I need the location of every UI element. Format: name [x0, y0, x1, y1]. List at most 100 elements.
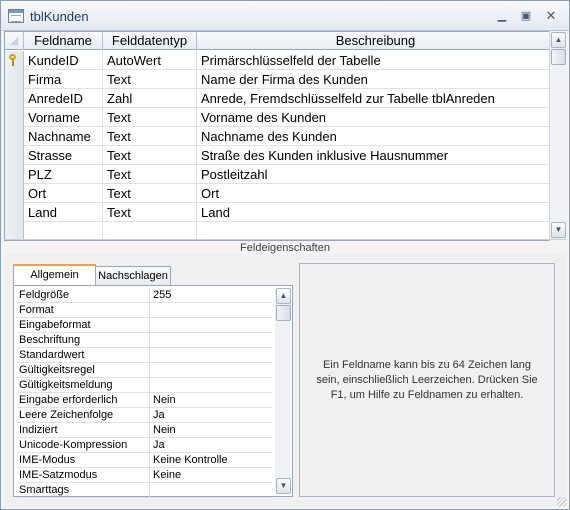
field-name-cell[interactable]: Firma [24, 70, 103, 89]
maximize-button[interactable]: ▣ [516, 8, 536, 24]
table-row[interactable]: Nachname Text Nachname des Kunden [5, 127, 552, 146]
property-row[interactable]: IME-Modus Keine Kontrolle [17, 453, 272, 468]
description-cell[interactable]: Anrede, Fremdschlüsselfeld zur Tabelle t… [197, 89, 552, 108]
data-type-cell[interactable]: Text [103, 70, 197, 89]
property-row[interactable]: Gültigkeitsmeldung [17, 378, 272, 393]
table-row[interactable]: Vorname Text Vorname des Kunden [5, 108, 552, 127]
table-row[interactable]: Ort Text Ort [5, 184, 552, 203]
row-selector[interactable] [5, 127, 24, 146]
property-name: Gültigkeitsregel [17, 363, 150, 378]
property-name: Feldgröße [17, 288, 150, 303]
column-header-datatype[interactable]: Felddatentyp [103, 32, 197, 50]
column-header-fieldname[interactable]: Feldname [24, 32, 103, 50]
description-cell[interactable]: Straße des Kunden inklusive Hausnummer [197, 146, 552, 165]
grid-vertical-scrollbar[interactable]: ▲ ▼ [549, 31, 566, 241]
scroll-up-arrow-icon[interactable]: ▲ [551, 32, 566, 48]
field-name-cell[interactable]: Ort [24, 184, 103, 203]
description-cell[interactable]: Land [197, 203, 552, 222]
property-row[interactable]: Eingabeformat [17, 318, 272, 333]
table-row[interactable]: AnredeID Zahl Anrede, Fremdschlüsselfeld z… [5, 89, 552, 108]
data-type-cell[interactable]: Text [103, 146, 197, 165]
row-selector[interactable] [5, 203, 24, 222]
description-cell[interactable]: Vorname des Kunden [197, 108, 552, 127]
description-cell[interactable]: Postleitzahl [197, 165, 552, 184]
scrollbar-thumb[interactable] [551, 49, 566, 65]
scroll-down-arrow-icon[interactable]: ▼ [276, 478, 291, 494]
primary-key-icon [8, 54, 17, 66]
row-selector[interactable] [5, 165, 24, 184]
property-row[interactable]: Leere Zeichenfolge Ja [17, 408, 272, 423]
select-all-corner[interactable] [5, 32, 24, 50]
table-row[interactable]: Strasse Text Straße des Kunden inklusive H… [5, 146, 552, 165]
property-value[interactable] [151, 483, 272, 498]
property-row[interactable]: Beschriftung [17, 333, 272, 348]
field-name-cell[interactable]: Vorname [24, 108, 103, 127]
tab-lookup[interactable]: Nachschlagen [95, 266, 171, 286]
row-selector[interactable] [5, 184, 24, 203]
table-row[interactable]: KundeID AutoWert Primärschlüsselfeld der T… [5, 51, 552, 70]
property-value[interactable]: Nein [151, 423, 272, 438]
property-value[interactable] [151, 378, 272, 393]
tab-general[interactable]: Allgemein [13, 264, 96, 286]
property-value[interactable] [151, 303, 272, 318]
field-name-cell[interactable]: Strasse [24, 146, 103, 165]
property-row[interactable]: IME-Satzmodus Keine [17, 468, 272, 483]
close-button[interactable]: ✕ [541, 8, 561, 24]
property-value[interactable]: Ja [151, 408, 272, 423]
title-bar[interactable]: tblKunden ▁ ▣ ✕ [1, 1, 569, 31]
property-value[interactable]: Keine [151, 468, 272, 483]
property-value[interactable]: Ja [151, 438, 272, 453]
grid-header: Feldname Felddatentyp Beschreibung [5, 32, 552, 50]
property-row[interactable]: Format [17, 303, 272, 318]
data-type-cell[interactable]: Text [103, 108, 197, 127]
row-selector[interactable] [5, 108, 24, 127]
property-value[interactable] [151, 318, 272, 333]
row-selector[interactable] [5, 89, 24, 108]
description-cell[interactable]: Name der Firma des Kunden [197, 70, 552, 89]
field-name-cell[interactable]: KundeID [24, 51, 103, 70]
field-name-cell[interactable]: PLZ [24, 165, 103, 184]
table-row[interactable]: Land Text Land [5, 203, 552, 222]
property-value[interactable] [151, 348, 272, 363]
field-name-cell[interactable]: Nachname [24, 127, 103, 146]
property-name: Leere Zeichenfolge [17, 408, 150, 423]
property-value[interactable] [151, 363, 272, 378]
window-title: tblKunden [30, 9, 89, 24]
description-cell[interactable]: Ort [197, 184, 552, 203]
property-value[interactable] [151, 333, 272, 348]
data-type-cell[interactable]: AutoWert [103, 51, 197, 70]
data-type-cell[interactable]: Text [103, 127, 197, 146]
property-row[interactable]: Feldgröße 255 [17, 288, 272, 303]
field-name-cell[interactable]: AnredeID [24, 89, 103, 108]
column-header-description[interactable]: Beschreibung [197, 32, 552, 50]
property-row[interactable]: Unicode-Kompression Ja [17, 438, 272, 453]
resize-grip-icon[interactable] [557, 497, 567, 507]
property-row[interactable]: Eingabe erforderlich Nein [17, 393, 272, 408]
table-row[interactable]: Firma Text Name der Firma des Kunden [5, 70, 552, 89]
property-row[interactable]: Indiziert Nein [17, 423, 272, 438]
table-row[interactable]: PLZ Text Postleitzahl [5, 165, 552, 184]
property-scrollbar[interactable]: ▲ ▼ [275, 288, 291, 494]
row-selector[interactable] [5, 70, 24, 89]
data-type-cell[interactable]: Text [103, 165, 197, 184]
property-name: IME-Satzmodus [17, 468, 150, 483]
data-type-cell[interactable]: Text [103, 203, 197, 222]
row-selector[interactable] [5, 146, 24, 165]
property-row[interactable]: Gültigkeitsregel [17, 363, 272, 378]
row-selector[interactable] [5, 51, 24, 70]
property-value[interactable]: Keine Kontrolle [151, 453, 272, 468]
scrollbar-thumb[interactable] [276, 305, 291, 321]
description-cell[interactable]: Primärschlüsselfeld der Tabelle [197, 51, 552, 70]
property-value[interactable]: 255 [151, 288, 272, 303]
data-type-cell[interactable]: Text [103, 184, 197, 203]
property-row[interactable]: Standardwert [17, 348, 272, 363]
scroll-up-arrow-icon[interactable]: ▲ [276, 288, 291, 304]
description-cell[interactable]: Nachname des Kunden [197, 127, 552, 146]
property-value[interactable]: Nein [151, 393, 272, 408]
scroll-down-arrow-icon[interactable]: ▼ [551, 222, 566, 238]
minimize-button[interactable]: ▁ [492, 8, 512, 24]
property-row[interactable]: Smarttags [17, 483, 272, 498]
field-name-cell[interactable]: Land [24, 203, 103, 222]
property-name: Standardwert [17, 348, 150, 363]
data-type-cell[interactable]: Zahl [103, 89, 197, 108]
